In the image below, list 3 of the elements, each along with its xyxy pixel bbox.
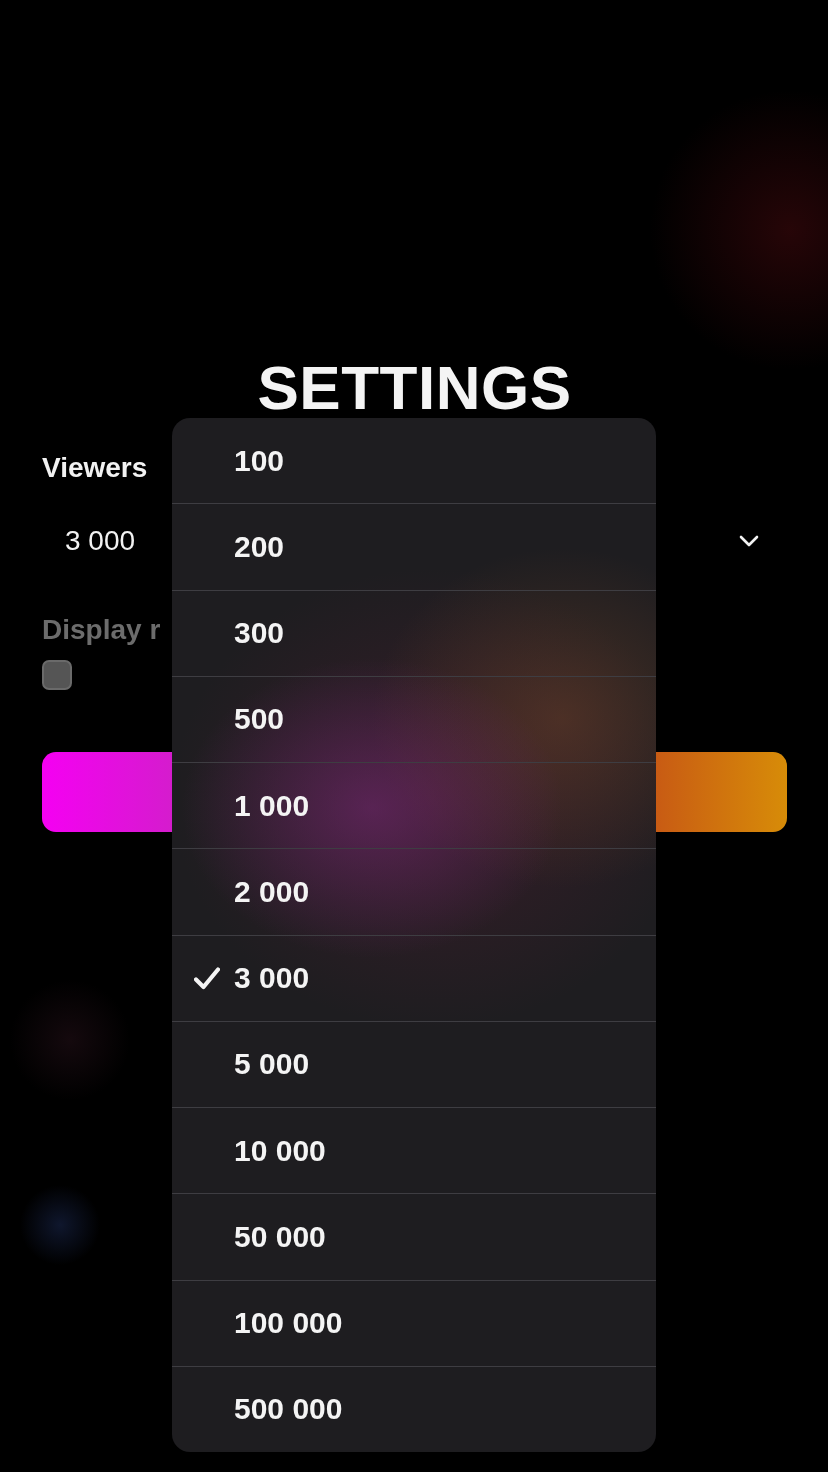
- display-option-label: Display r: [42, 613, 161, 647]
- settings-title: SETTINGS: [257, 352, 572, 424]
- viewers-label: Viewers: [42, 451, 148, 485]
